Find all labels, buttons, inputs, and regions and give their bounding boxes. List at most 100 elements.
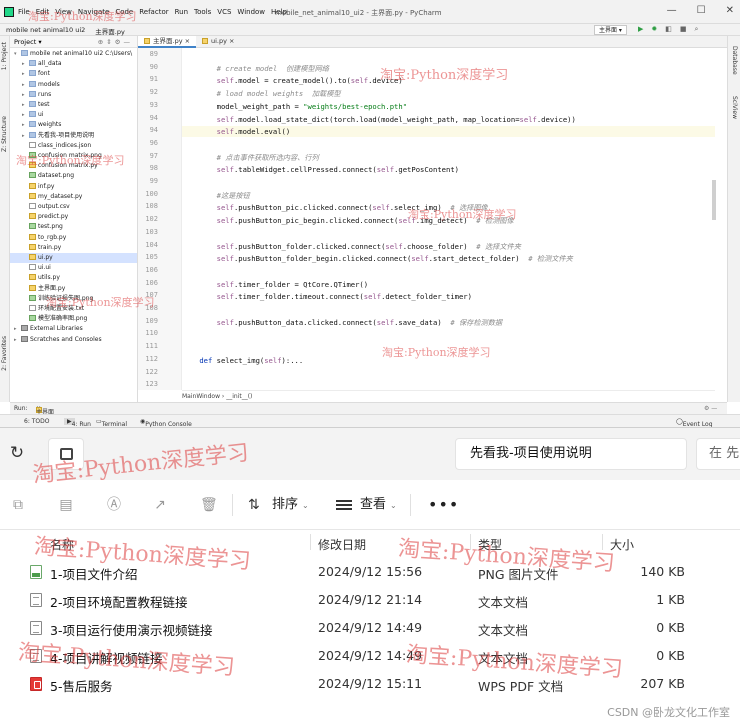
- editor-scrollbar[interactable]: [712, 180, 716, 220]
- menu-run[interactable]: Run: [175, 8, 188, 16]
- run-tab[interactable]: 主界面 ×: [36, 405, 54, 416]
- tree-item[interactable]: dataset.png: [10, 171, 137, 181]
- project-panel-title[interactable]: Project: [14, 38, 36, 46]
- chevron-right-icon: ▸: [14, 326, 17, 333]
- menu-code[interactable]: Code: [115, 8, 133, 16]
- tree-item[interactable]: ▸ runs: [10, 90, 137, 100]
- run-settings-icon[interactable]: ⚙ —: [704, 405, 717, 412]
- tree-item[interactable]: ▸ Scratches and Consoles: [10, 335, 137, 345]
- menu-file[interactable]: File: [18, 8, 30, 16]
- tree-item[interactable]: confusion matrix.png: [10, 151, 137, 161]
- file-row[interactable]: 5-售后服务 2024/9/12 15:11 WPS PDF 文档 207 KB: [0, 670, 740, 698]
- tree-item[interactable]: output.csv: [10, 202, 137, 212]
- more-options-icon[interactable]: •••: [428, 495, 459, 514]
- sort-icon[interactable]: ⇅: [248, 497, 260, 513]
- stop-icon[interactable]: ■: [680, 25, 687, 34]
- sciview-tool-label[interactable]: SciView: [731, 96, 738, 119]
- share-icon[interactable]: ↗: [152, 497, 168, 513]
- menu-edit[interactable]: Edit: [36, 8, 50, 16]
- menu-tools[interactable]: Tools: [194, 8, 211, 16]
- paste-icon[interactable]: ▤: [58, 497, 74, 513]
- tree-item[interactable]: 环境配置安装.txt: [10, 304, 137, 314]
- tree-item[interactable]: ▸ External Libraries: [10, 324, 137, 334]
- menu-view[interactable]: View: [55, 8, 72, 16]
- chevron-right-icon: ▸: [22, 112, 25, 119]
- tree-item[interactable]: train.py: [10, 243, 137, 253]
- tree-item[interactable]: 训练验证损失图.png: [10, 294, 137, 304]
- column-name[interactable]: 名称: [50, 536, 74, 553]
- menu-refactor[interactable]: Refactor: [139, 8, 168, 16]
- tree-item[interactable]: to_rgb.py: [10, 233, 137, 243]
- file-row[interactable]: 3-项目运行使用演示视频链接 2024/9/12 14:49 文本文档 0 KB: [0, 614, 740, 642]
- project-tool-label[interactable]: 1: Project: [1, 42, 8, 70]
- breadcrumb-file[interactable]: 主界面.py: [95, 26, 125, 36]
- tree-item[interactable]: ▾ mobile net animal10 ui2 C:\Users\: [10, 49, 137, 59]
- tree-item[interactable]: ▸ models: [10, 80, 137, 90]
- search-everywhere-icon[interactable]: ⌕: [695, 25, 699, 34]
- tab-main-py[interactable]: 主界面.py ×: [138, 36, 197, 48]
- minimize-icon[interactable]: —: [667, 5, 677, 16]
- tree-item[interactable]: utils.py: [10, 273, 137, 283]
- debug-icon[interactable]: ✹: [651, 25, 657, 34]
- favorites-tool-label[interactable]: 2: Favorites: [1, 336, 8, 371]
- copy-icon[interactable]: ⧉: [10, 497, 26, 513]
- address-bar[interactable]: [48, 438, 84, 470]
- menu-navigate[interactable]: Navigate: [78, 8, 109, 16]
- file-row[interactable]: 1-项目文件介绍 2024/9/12 15:56 PNG 图片文件 140 KB: [0, 558, 740, 586]
- sort-button[interactable]: 排序 ⌄: [272, 497, 309, 514]
- tree-item[interactable]: inf.py: [10, 182, 137, 192]
- line-number: 100: [145, 189, 158, 198]
- tree-item[interactable]: class_indices.json: [10, 141, 137, 151]
- tab-ui-py[interactable]: ui.py ×: [196, 36, 240, 48]
- status-bar: 6: TODO ▶ 4: Run ▭ Terminal ◉ Python Con…: [0, 414, 740, 427]
- delete-icon[interactable]: 🗑: [200, 497, 218, 513]
- tree-item[interactable]: ui.ui: [10, 263, 137, 273]
- event-log-button[interactable]: ◯ Event Log: [676, 418, 713, 427]
- tree-item[interactable]: predict.py: [10, 212, 137, 222]
- rename-icon[interactable]: Ⓐ: [106, 497, 122, 513]
- tree-item[interactable]: ▸ test: [10, 100, 137, 110]
- project-panel-controls[interactable]: ⊕⇕⚙—: [98, 38, 133, 46]
- tree-item-label: test.png: [38, 223, 63, 231]
- column-size[interactable]: 大小: [610, 536, 634, 553]
- code-editor[interactable]: # create model 创建模型网络 self.model = creat…: [182, 48, 715, 390]
- menu-window[interactable]: Window: [237, 8, 265, 16]
- file-row[interactable]: 4-项目讲解视频链接 2024/9/12 14:49 文本文档 0 KB: [0, 642, 740, 670]
- tree-item[interactable]: ▸ 先看我-项目使用说明: [10, 131, 137, 141]
- view-button[interactable]: 查看 ⌄: [360, 497, 397, 514]
- editor-crumb-method[interactable]: __init__(): [226, 393, 252, 400]
- tree-item[interactable]: ui.py: [10, 253, 137, 263]
- menu-vcs[interactable]: VCS: [217, 8, 231, 16]
- tree-item[interactable]: ▸ ui: [10, 110, 137, 120]
- todo-tool-button[interactable]: 6: TODO: [24, 418, 49, 425]
- close-icon[interactable]: ✕: [726, 5, 734, 16]
- tree-item[interactable]: ▸ font: [10, 69, 137, 79]
- maximize-icon[interactable]: ☐: [697, 5, 706, 16]
- tree-item[interactable]: confusion matrix.py: [10, 161, 137, 171]
- tree-item[interactable]: 主界面.py: [10, 284, 137, 294]
- tree-item[interactable]: ▸ all_data: [10, 59, 137, 69]
- search-input[interactable]: 在 先: [696, 438, 740, 470]
- file-row[interactable]: 2-项目环境配置教程链接 2024/9/12 21:14 文本文档 1 KB: [0, 586, 740, 614]
- tree-item[interactable]: test.png: [10, 222, 137, 232]
- structure-tool-label[interactable]: Z: Structure: [1, 116, 8, 152]
- python-console-tool-button[interactable]: ◉ Python Console: [140, 418, 192, 427]
- column-type[interactable]: 类型: [478, 536, 502, 553]
- coverage-icon[interactable]: ◧: [665, 25, 672, 34]
- tree-item-label: train.py: [38, 243, 62, 251]
- tree-item[interactable]: ▸ weights: [10, 120, 137, 130]
- run-configuration-select[interactable]: 主界面 ▾: [594, 25, 627, 35]
- column-date[interactable]: 修改日期: [318, 536, 366, 553]
- terminal-tool-button[interactable]: ▭ Terminal: [96, 418, 127, 427]
- tree-item[interactable]: 模型准确率图.png: [10, 314, 137, 324]
- view-icon[interactable]: [336, 500, 352, 510]
- database-tool-label[interactable]: Database: [731, 46, 738, 75]
- tree-item[interactable]: my_dataset.py: [10, 192, 137, 202]
- refresh-icon[interactable]: ↻: [8, 444, 26, 462]
- editor-crumb-class[interactable]: MainWindow: [182, 393, 220, 400]
- folder-location[interactable]: 先看我-项目使用说明: [455, 438, 687, 470]
- breadcrumb-project[interactable]: mobile net animal10 ui2: [6, 26, 85, 36]
- navigation-bar: mobile net animal10 ui2 主界面.py 主界面 ▾ ▶ ✹…: [0, 24, 740, 36]
- run-icon[interactable]: ▶: [638, 25, 643, 34]
- run-tool-button[interactable]: ▶ 4: Run: [64, 418, 91, 427]
